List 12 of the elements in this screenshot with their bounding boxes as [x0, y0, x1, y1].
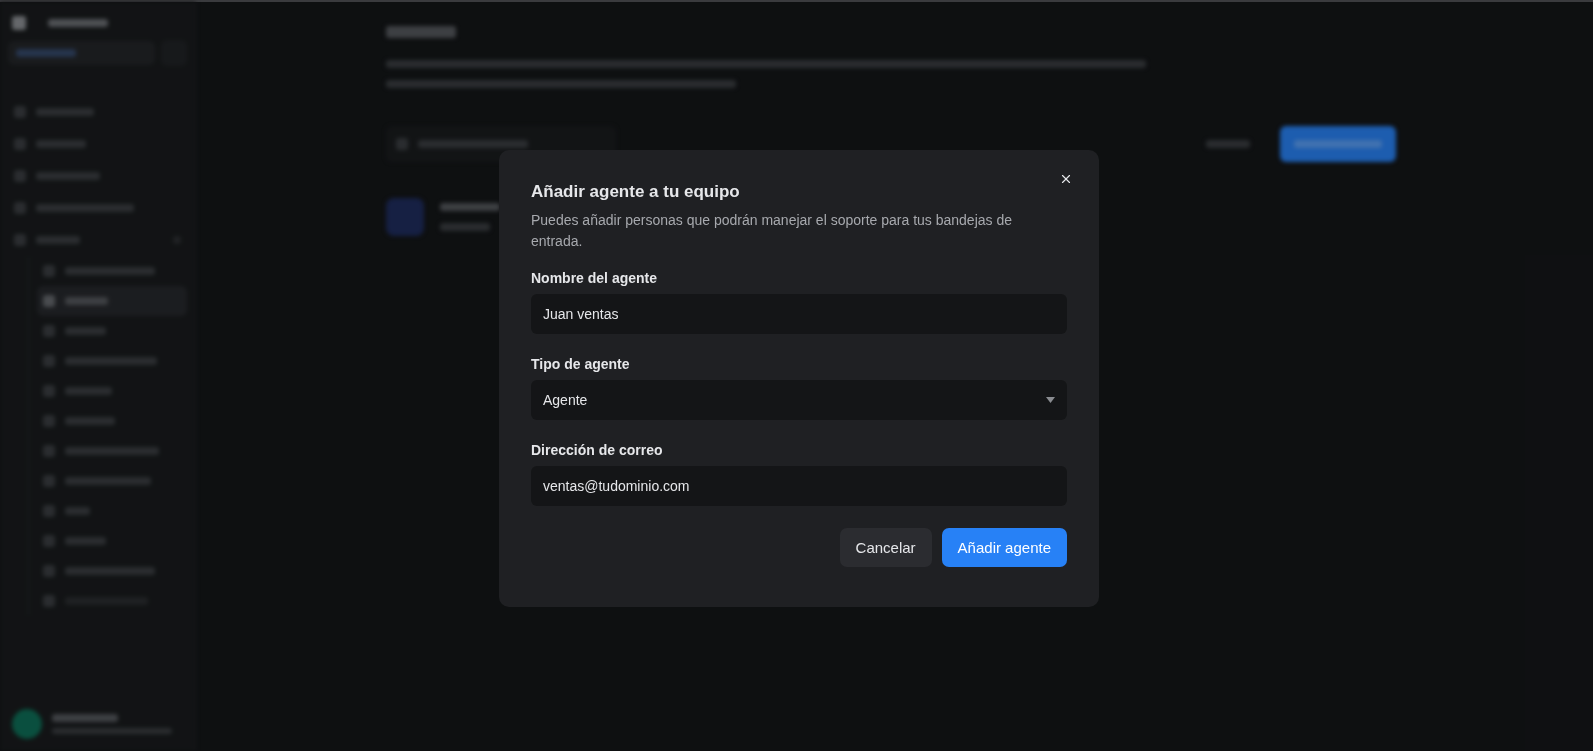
cancel-button[interactable]: Cancelar [839, 528, 932, 567]
select-field[interactable]: Agente [531, 380, 1067, 420]
input-field[interactable]: ventas@tudominio.com [531, 466, 1067, 506]
dialog-title: Añadir agente a tu equipo [531, 182, 741, 202]
close-icon [1059, 172, 1073, 186]
input-field[interactable]: Juan ventas [531, 294, 1067, 334]
caret-icon [1046, 397, 1055, 403]
add-agent-button[interactable]: Añadir agente [941, 528, 1067, 567]
field-label: Dirección de correo [531, 442, 664, 458]
dialog-description: Puedes añadir personas que podrán manejar el soporte para tus bandejas de entrada. [531, 211, 1013, 251]
field-label: Nombre del agente [531, 270, 659, 286]
field-label: Tipo de agente [531, 356, 631, 372]
